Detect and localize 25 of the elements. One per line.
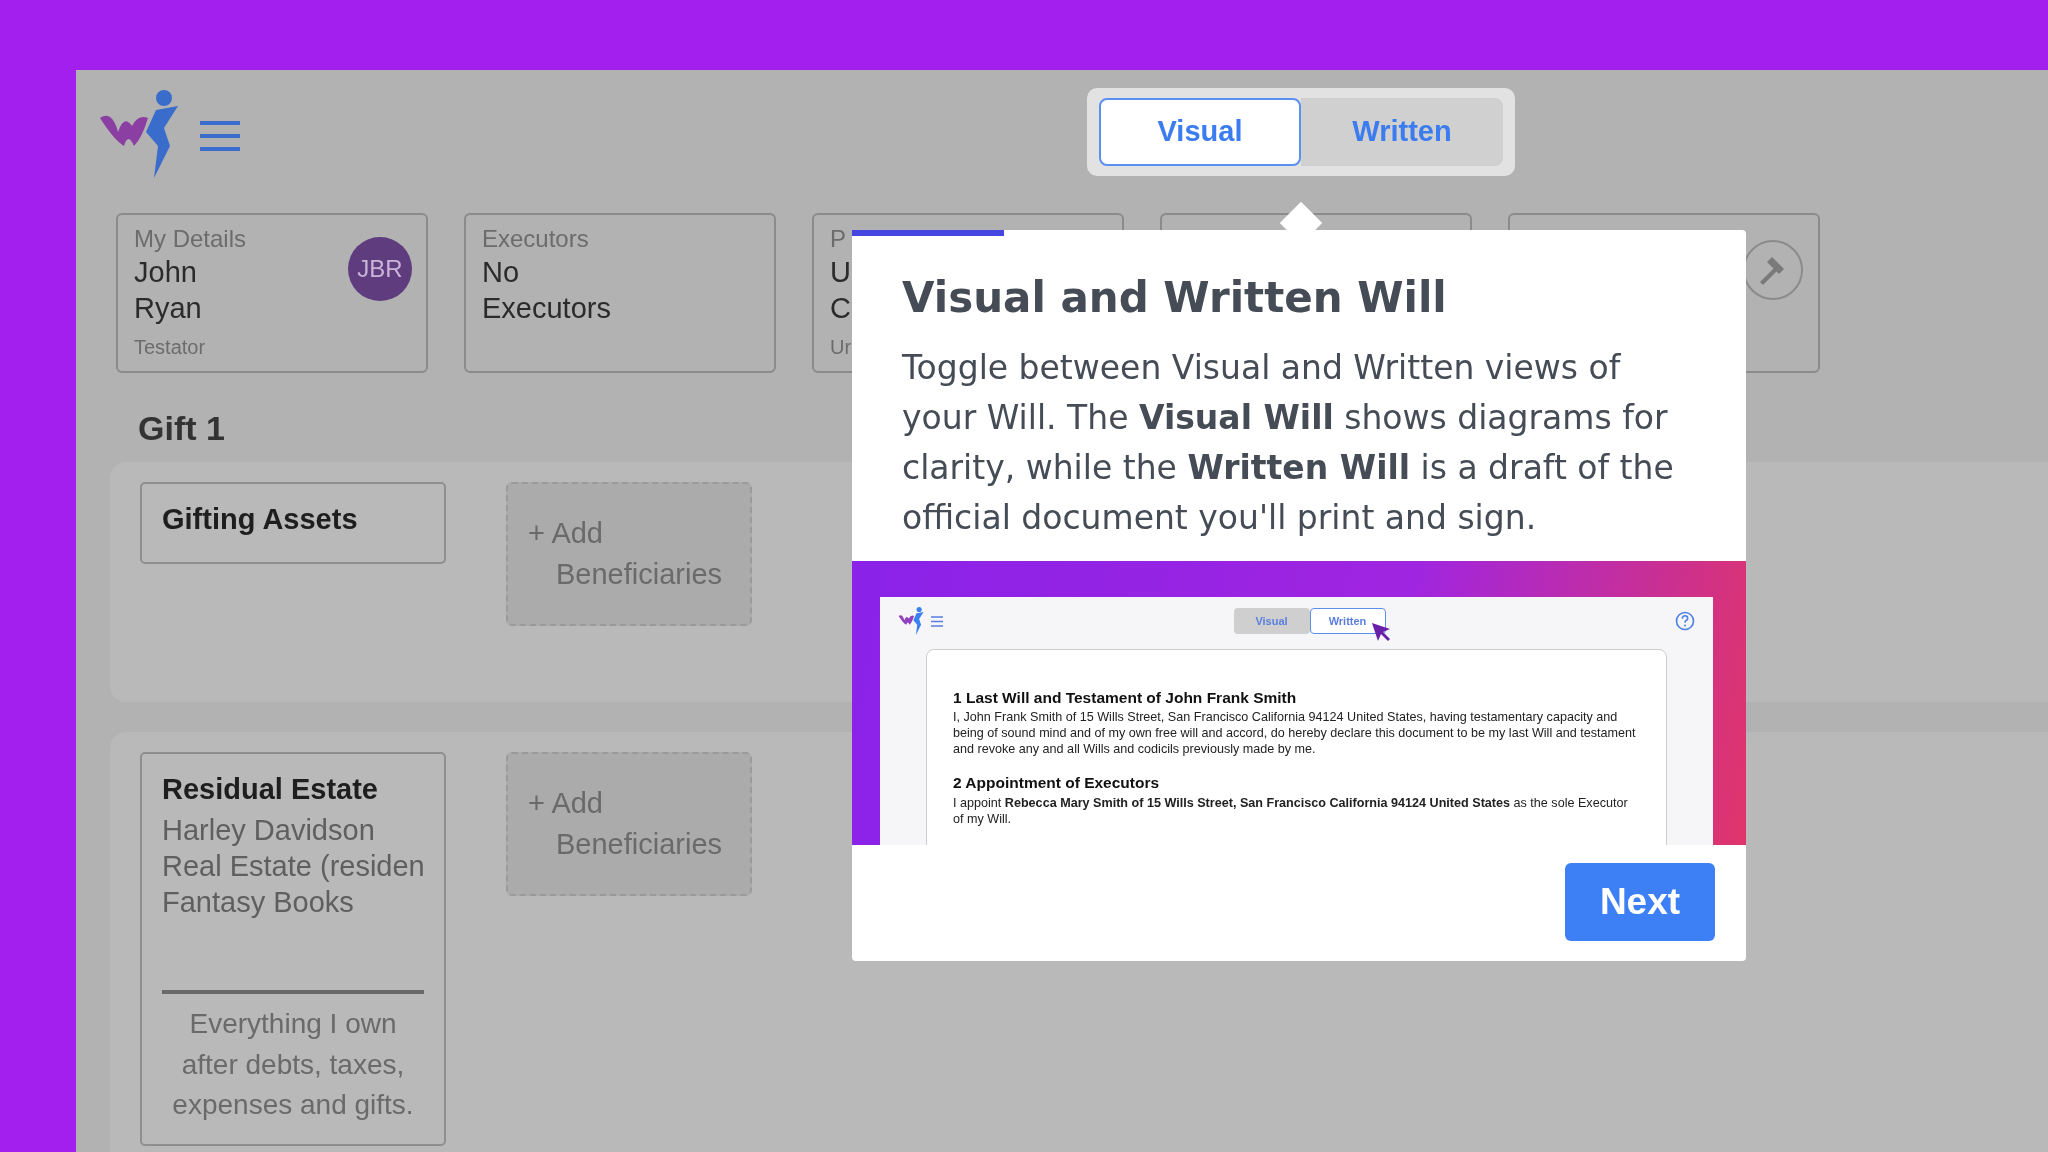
card-caption: Ur: [830, 335, 852, 361]
popover-title: Visual and Written Will: [902, 272, 1448, 324]
document-heading: 2 Appointment of Executors: [953, 773, 1161, 794]
asset-title: Gifting Assets: [162, 502, 358, 537]
asset-item: Harley Davidson: [162, 812, 375, 848]
card-label: Executors: [482, 225, 589, 254]
card-label: P: [830, 225, 846, 254]
card-caption: Testator: [134, 335, 206, 361]
section-heading: Gift 1: [138, 408, 225, 449]
asset-item: Fantasy Books: [162, 885, 354, 920]
document-text: I, John Frank Smith of 15 Wills Street, San Francisco California 94124 United States, having testamentary capacity and being of sound mind and of my own free will and accord, do hereby declare this document to be my last Will and testament and revoke any and all Wills and codicils previously made by me.: [953, 709, 1637, 758]
card-value: U: [830, 254, 851, 290]
asset-title: Residual Estate: [162, 772, 378, 807]
avatar: JBR: [348, 237, 412, 301]
card-value: Ryan: [134, 291, 202, 327]
popover-text: Toggle between Visual and Written views of your Will. The Visual Will shows diagrams for clarity, while the Written Will is a draft of the official document you'll print and sign.: [902, 347, 1675, 539]
card-value: Executors: [482, 291, 611, 327]
card-value: C: [830, 291, 851, 327]
document-heading: 1 Last Will and Testament of John Frank Smith: [953, 688, 1298, 708]
document-text: I appoint Rebecca Mary Smith of 15 Wills Street, San Francisco California 94124 United States as the sole Executor of my Will.: [953, 794, 1629, 827]
asset-item: Real Estate (residen: [162, 848, 425, 884]
card-label: My Details: [134, 225, 247, 254]
asset-note: Everything I own after debts, taxes, expenses and gifts.: [171, 1007, 415, 1123]
card-value: John: [134, 254, 197, 290]
card-value: No: [482, 254, 520, 290]
